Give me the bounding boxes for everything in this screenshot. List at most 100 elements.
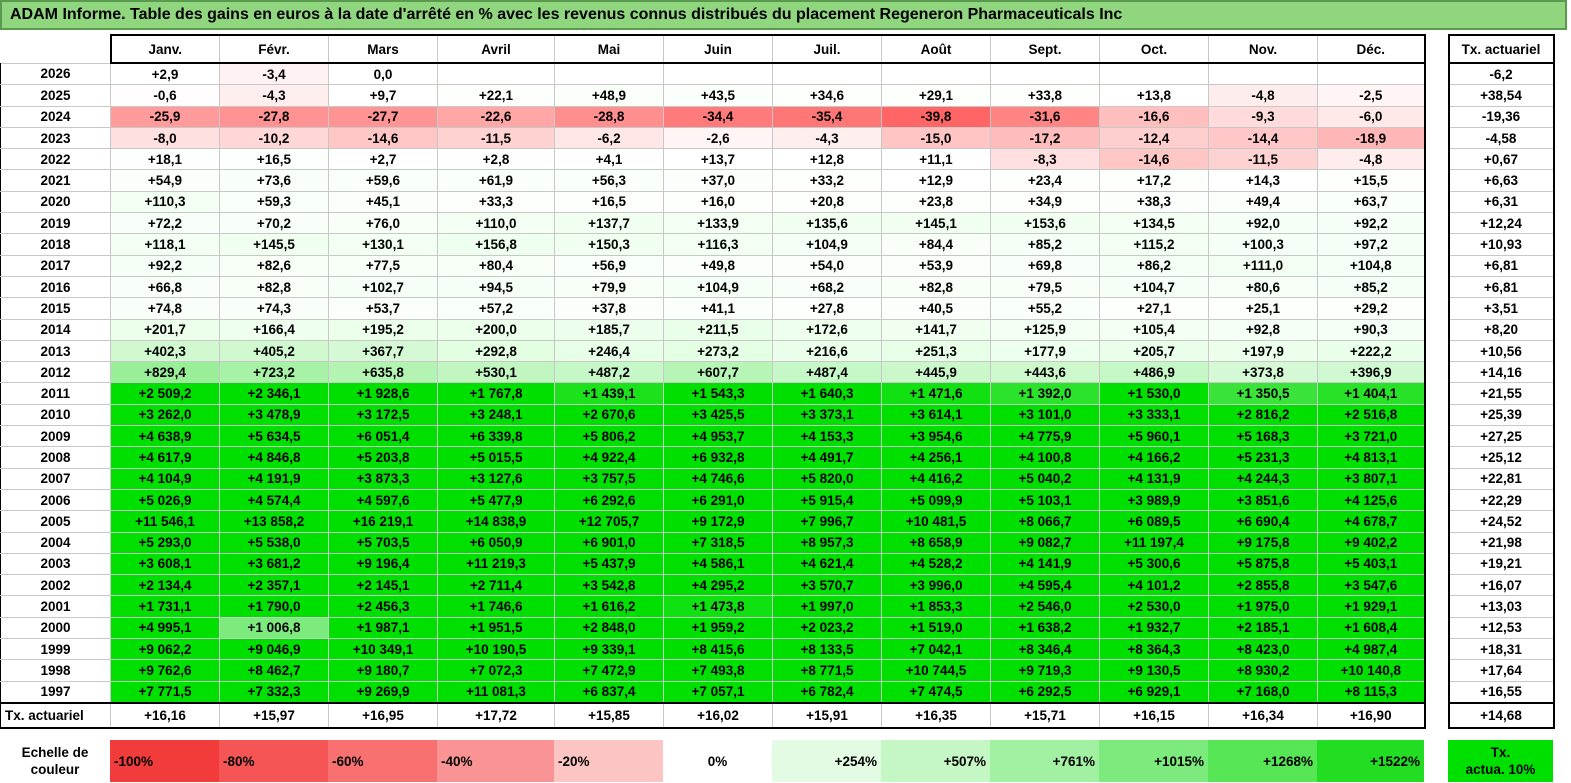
value-cell: +92,2 xyxy=(110,254,220,277)
gap-cell xyxy=(1424,212,1449,234)
scale-swatch: 0% xyxy=(663,740,772,782)
value-cell: +635,8 xyxy=(328,361,438,384)
total-cell: +16,35 xyxy=(881,701,991,729)
value-cell: +5 960,1 xyxy=(1099,425,1209,448)
total-row: Tx. actuariel +16,16 +15,97 +16,95 +17,72 +15… xyxy=(0,701,1555,729)
value-cell: +7 318,5 xyxy=(663,531,773,554)
value-cell: +4,1 xyxy=(554,148,664,171)
value-cell: +2 855,8 xyxy=(1208,574,1318,597)
total-label: Tx. actuariel xyxy=(0,701,111,729)
value-cell: +2 145,1 xyxy=(328,574,438,597)
value-cell: +9 180,7 xyxy=(328,659,438,682)
value-cell: +17,2 xyxy=(1099,169,1209,192)
value-cell: +216,6 xyxy=(772,339,882,363)
value-cell: -4,8 xyxy=(1208,84,1318,107)
value-cell: +3 262,0 xyxy=(110,403,220,427)
gap-cell xyxy=(1424,191,1449,213)
value-cell: +22,1 xyxy=(437,84,555,107)
tx-actuariel-cell: +16,55 xyxy=(1447,680,1555,704)
value-cell: +3 542,8 xyxy=(554,574,664,597)
value-cell: +1 350,5 xyxy=(1208,382,1318,405)
value-cell: +137,7 xyxy=(554,212,664,235)
value-cell: +29,1 xyxy=(881,84,991,107)
total-cell: +15,85 xyxy=(554,701,664,729)
year-cell: 2016 xyxy=(0,275,111,299)
gap-cell xyxy=(1424,276,1449,298)
value-cell: +3 478,9 xyxy=(219,403,329,427)
value-cell: +73,6 xyxy=(219,169,329,192)
tx-actuariel-cell: +13,03 xyxy=(1447,595,1555,618)
value-cell: +4 295,2 xyxy=(663,574,773,597)
value-cell: +201,7 xyxy=(110,318,220,341)
value-cell: -9,3 xyxy=(1208,105,1318,128)
value-cell: +3 873,3 xyxy=(328,467,438,490)
value-cell xyxy=(1099,62,1209,86)
value-cell: +177,9 xyxy=(990,339,1100,363)
value-cell: +8 115,3 xyxy=(1317,680,1426,704)
value-cell: +1 543,3 xyxy=(663,382,773,405)
value-cell: +97,2 xyxy=(1317,233,1426,256)
tx-actuariel-cell: +6,31 xyxy=(1447,190,1555,214)
value-cell: +6 051,4 xyxy=(328,425,438,448)
value-cell: +443,6 xyxy=(990,361,1100,384)
value-cell: +7 042,1 xyxy=(881,638,991,661)
value-cell: +150,3 xyxy=(554,233,664,256)
scale-swatch: +1268% xyxy=(1208,740,1317,782)
month-header: Sept. xyxy=(990,34,1100,64)
color-scale: Echelle de couleur -100% -80% -60% -40% -20% 0… xyxy=(0,740,1553,782)
value-cell: +8 771,5 xyxy=(772,659,882,682)
year-cell: 2025 xyxy=(0,84,111,107)
year-cell: 2008 xyxy=(0,446,111,469)
value-cell: +41,1 xyxy=(663,297,773,320)
value-cell: -0,6 xyxy=(110,84,220,107)
value-cell: +10 481,5 xyxy=(881,510,991,533)
value-cell: +3 570,7 xyxy=(772,574,882,597)
value-cell xyxy=(663,62,773,86)
value-cell: +7 472,9 xyxy=(554,659,664,682)
value-cell: +25,1 xyxy=(1208,297,1318,320)
value-cell: +4 166,2 xyxy=(1099,446,1209,469)
scale-swatch: +1522% xyxy=(1317,740,1424,782)
tx-actuariel-cell: +14,16 xyxy=(1447,361,1555,384)
tx-actuariel-cell: +27,25 xyxy=(1447,425,1555,448)
value-cell: +3 547,6 xyxy=(1317,574,1426,597)
value-cell: +37,8 xyxy=(554,297,664,320)
value-cell: +3 996,0 xyxy=(881,574,991,597)
value-cell: +251,3 xyxy=(881,339,991,363)
value-cell: +100,3 xyxy=(1208,233,1318,256)
value-cell: +205,7 xyxy=(1099,339,1209,363)
value-cell xyxy=(772,62,882,86)
gap-cell xyxy=(1424,106,1449,128)
value-cell: +135,6 xyxy=(772,212,882,235)
total-cell: +15,97 xyxy=(219,701,329,729)
scale-swatch: +761% xyxy=(990,740,1099,782)
value-cell: -14,6 xyxy=(1099,148,1209,171)
value-cell xyxy=(881,62,991,86)
table-row: 2007 +4 104,9 +4 191,9 +3 873,3 +3 127,6 +3 7… xyxy=(0,467,1555,490)
year-cell: 2014 xyxy=(0,318,111,341)
value-cell: +829,4 xyxy=(110,361,220,384)
value-cell: +211,5 xyxy=(663,318,773,341)
gap-cell xyxy=(1424,127,1449,149)
value-cell: -11,5 xyxy=(1208,148,1318,171)
value-cell: +9 082,7 xyxy=(990,531,1100,554)
value-cell: +3 681,2 xyxy=(219,552,329,576)
value-cell: +7 996,7 xyxy=(772,510,882,533)
value-cell: +9 062,2 xyxy=(110,638,220,661)
month-header: Nov. xyxy=(1208,34,1318,64)
value-cell: +94,5 xyxy=(437,275,555,299)
value-cell: +86,2 xyxy=(1099,254,1209,277)
value-cell: +1 929,1 xyxy=(1317,595,1426,618)
value-cell: -4,8 xyxy=(1317,148,1426,171)
actua-line2: actua. 10% xyxy=(1465,762,1536,777)
value-cell: +1 530,0 xyxy=(1099,382,1209,405)
value-cell: -12,4 xyxy=(1099,126,1209,150)
value-cell xyxy=(1208,62,1318,86)
value-cell: +2 816,2 xyxy=(1208,403,1318,427)
value-cell: +5 915,4 xyxy=(772,488,882,512)
value-cell: +4 813,1 xyxy=(1317,446,1426,469)
tx-actuariel-cell: +18,31 xyxy=(1447,638,1555,661)
value-cell: +80,6 xyxy=(1208,275,1318,299)
value-cell: +2 023,2 xyxy=(772,616,882,640)
value-cell: +2 711,4 xyxy=(437,574,555,597)
